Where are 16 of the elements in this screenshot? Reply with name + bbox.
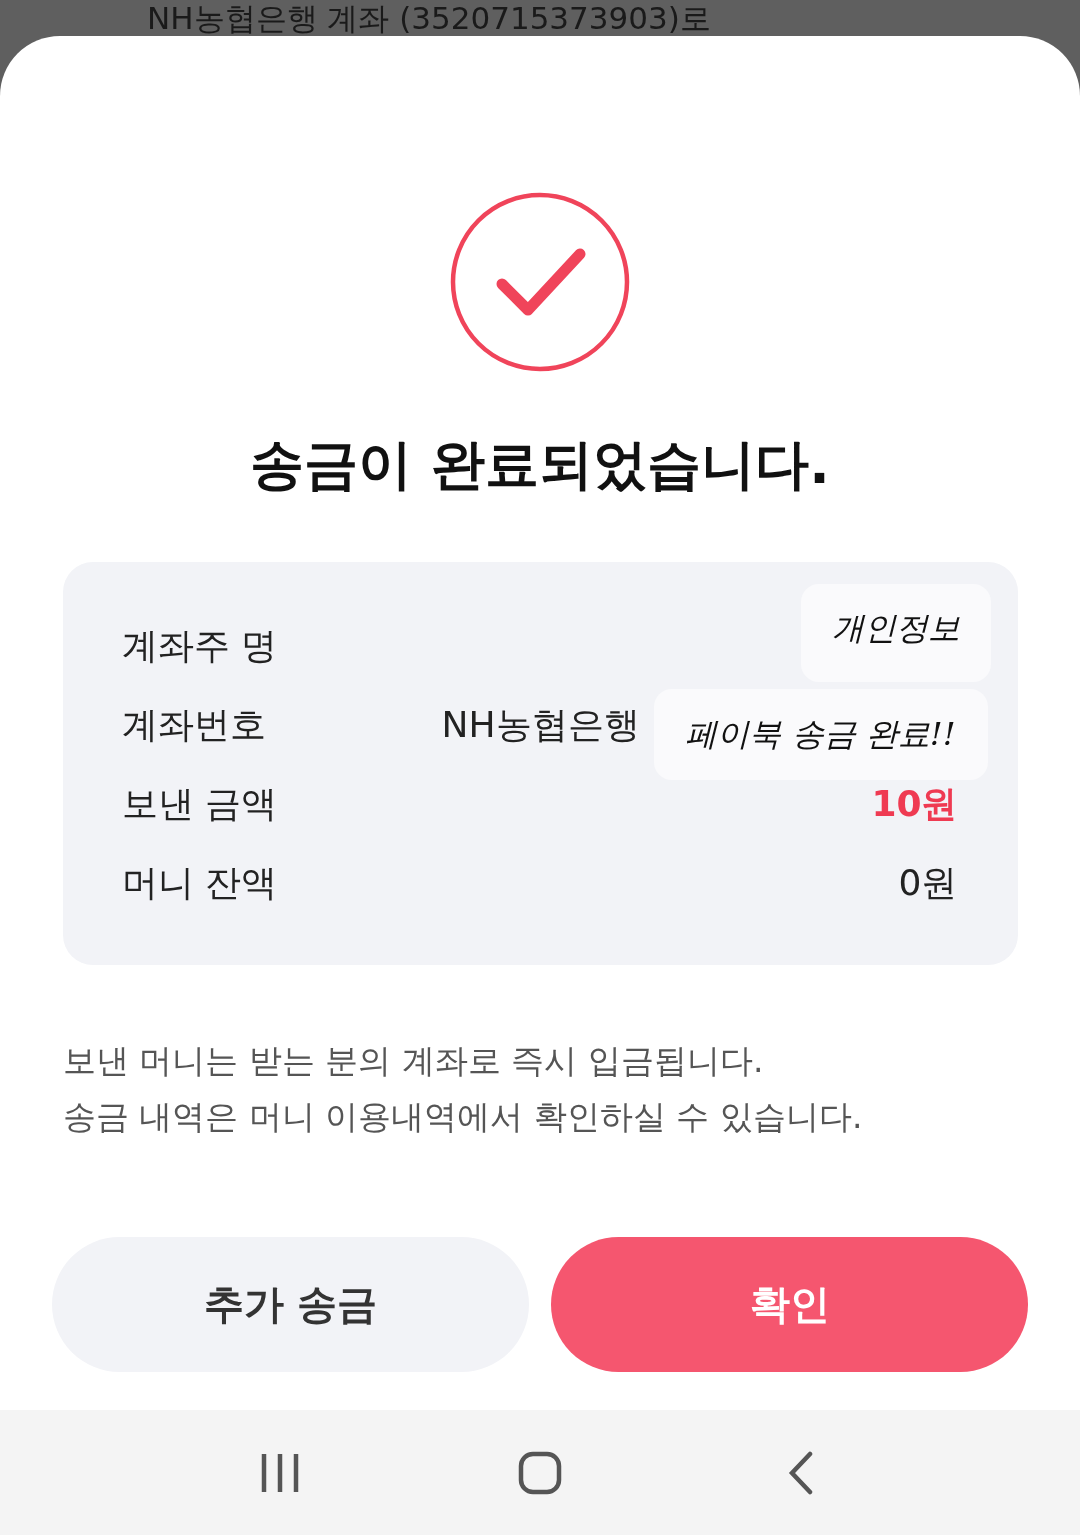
info-note: 보낸 머니는 받는 분의 계좌로 즉시 입금됩니다. [63, 1040, 765, 1082]
check-circle-icon [450, 192, 630, 372]
handwritten-note: 개인정보 [800, 584, 991, 682]
detail-value: 0원 [898, 861, 958, 905]
info-note: 송금 내역은 머니 이용내역에서 확인하실 수 있습니다. [63, 1096, 863, 1138]
detail-label: 보낸 금액 [121, 782, 277, 826]
detail-value: NH농협은행 [441, 703, 640, 747]
extra-transfer-button[interactable]: 추가 송금 [52, 1237, 529, 1372]
home-icon[interactable] [518, 1450, 562, 1495]
detail-label: 계좌번호 [121, 703, 266, 747]
handwritten-note: 페이북 송금 완료!! [653, 689, 988, 780]
detail-label: 머니 잔액 [121, 861, 277, 905]
detail-value: 10원 [871, 782, 958, 826]
success-title: 송금이 완료되었습니다. [250, 432, 830, 498]
account-text: NH농협은행 계좌 (3520715373903)로 [147, 0, 712, 36]
detail-label: 계좌주 명 [121, 624, 277, 668]
